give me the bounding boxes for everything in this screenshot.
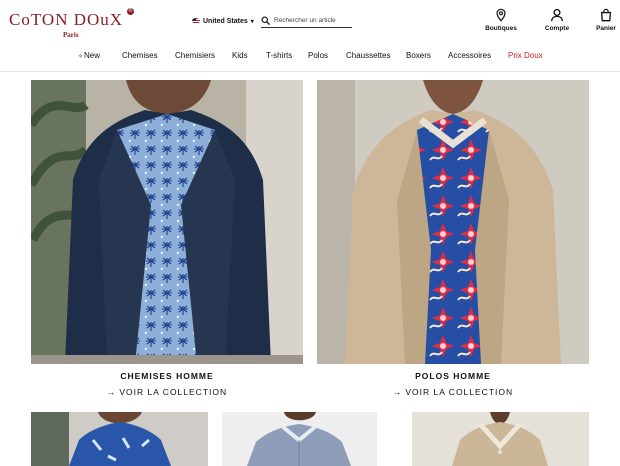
nav-item-prix-doux[interactable]: Prix Doux	[508, 51, 543, 60]
product-thumbnail[interactable]	[31, 412, 208, 466]
nav-item-accessoires[interactable]: Accessoires	[448, 51, 491, 60]
account-button[interactable]: Compte	[542, 8, 572, 36]
stores-label: Boutiques	[485, 25, 517, 32]
nav-item-new[interactable]: ✧New	[78, 51, 100, 60]
nav-item-label: New	[84, 51, 101, 60]
account-label: Compte	[544, 25, 570, 32]
brand-city: Paris	[63, 31, 79, 39]
product-thumbnail[interactable]	[222, 412, 377, 466]
cart-label: Panier	[596, 25, 616, 32]
beige-shirt-photo	[412, 412, 589, 466]
feature-title: POLOS HOMME	[415, 371, 491, 381]
product-thumbnail[interactable]	[412, 412, 589, 466]
arrow-right-icon: →	[106, 387, 117, 397]
cart-button[interactable]: Panier	[594, 8, 618, 36]
brand-logo[interactable]: CoTON DOuX ® Paris	[9, 8, 134, 40]
view-collection-label: VOIR LA COLLECTION	[405, 387, 514, 397]
stores-button[interactable]: Boutiques	[485, 8, 517, 36]
search-input[interactable]	[274, 17, 352, 24]
site-header: CoTON DOuX ® Paris United States ▾ Bouti…	[0, 0, 620, 72]
search-bar[interactable]	[261, 14, 352, 28]
polos-hero-image[interactable]	[317, 80, 589, 364]
nav-item-chemises[interactable]: Chemises	[122, 51, 158, 60]
location-pin-icon	[496, 8, 506, 22]
arrow-right-icon: →	[392, 387, 403, 397]
sparkle-icon: ✧	[78, 54, 84, 60]
country-selector[interactable]: United States ▾	[192, 14, 254, 28]
light-blue-shirt-photo	[222, 412, 377, 466]
shirts-hero-image[interactable]	[31, 80, 303, 364]
view-collection-label: VOIR LA COLLECTION	[119, 387, 228, 397]
man-in-beige-jacket-photo	[317, 80, 589, 364]
view-collection-link[interactable]: → VOIR LA COLLECTION	[107, 387, 227, 397]
man-in-denim-jacket-photo	[31, 80, 303, 364]
nav-item-polos[interactable]: Polos	[308, 51, 328, 60]
nav-item-boxers[interactable]: Boxers	[406, 51, 431, 60]
polos-feature-caption: POLOS HOMME → VOIR LA COLLECTION	[368, 371, 538, 400]
shirts-feature-caption: CHEMISES HOMME → VOIR LA COLLECTION	[82, 371, 252, 400]
main-navigation: ✧New Chemises Chemisiers Kids T-shirts P…	[0, 51, 620, 63]
nav-item-chemisiers[interactable]: Chemisiers	[175, 51, 215, 60]
nav-item-chaussettes[interactable]: Chaussettes	[346, 51, 390, 60]
us-flag-icon	[192, 18, 200, 24]
chevron-down-icon: ▾	[250, 18, 254, 25]
registered-mark: ®	[127, 8, 134, 15]
blue-print-shirt-photo	[31, 412, 208, 466]
brand-name: CoTON DOuX	[9, 10, 124, 29]
country-label: United States	[203, 17, 248, 25]
nav-item-tshirts[interactable]: T-shirts	[266, 51, 292, 60]
view-collection-link[interactable]: → VOIR LA COLLECTION	[393, 387, 513, 397]
user-icon	[551, 8, 563, 22]
feature-title: CHEMISES HOMME	[120, 371, 214, 381]
shopping-bag-icon	[600, 8, 612, 22]
nav-item-kids[interactable]: Kids	[232, 51, 248, 60]
search-icon	[261, 16, 270, 25]
